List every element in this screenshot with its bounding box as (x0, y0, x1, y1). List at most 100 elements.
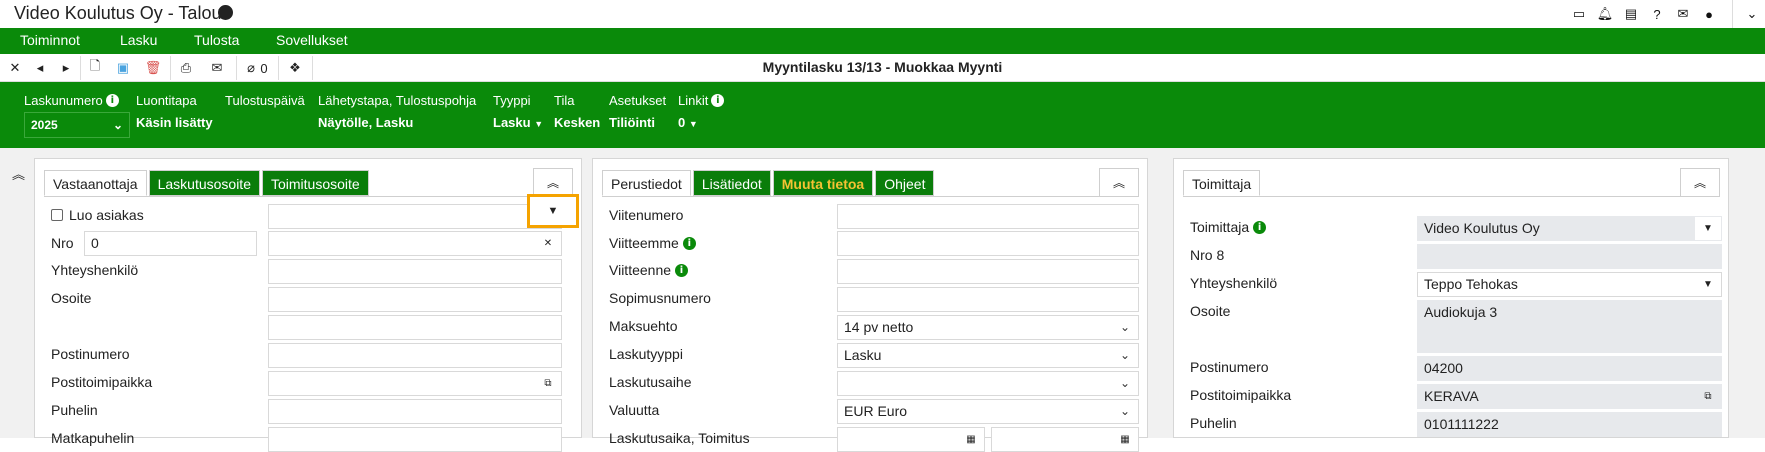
collapse-all-icon[interactable]: ︽ (12, 164, 25, 183)
valuutta-select[interactable]: EUR Euro ⌄ (837, 399, 1139, 424)
tyyppi-group[interactable]: Tyyppi Lasku ▼ (493, 93, 543, 130)
tab-lisatiedot[interactable]: Lisätiedot (692, 170, 771, 196)
user-icon[interactable]: ● (1696, 0, 1722, 28)
toimittaja-row: Toimittaja i (1190, 219, 1267, 235)
customer-search-input[interactable] (268, 204, 562, 229)
year-select[interactable]: 2025 ⌄ (24, 112, 130, 138)
delete-icon[interactable]: 🗑︎ (144, 54, 162, 82)
help-icon[interactable]: ? (1644, 0, 1670, 28)
basic-info-tabs: Perustiedot Lisätiedot Muuta tietoa Ohje… (602, 170, 936, 196)
tab-ohjeet[interactable]: Ohjeet (875, 170, 935, 196)
toimittaja-value: Video Koulutus Oy (1424, 220, 1540, 236)
linkit-group[interactable]: Linkit i 0 ▼ (678, 93, 725, 130)
collapse-panel-button[interactable]: ︽ (1099, 168, 1139, 197)
viitteemme-input[interactable] (837, 231, 1139, 256)
tab-toimitusosoite[interactable]: Toimitusosoite (262, 170, 369, 196)
laskutyyppi-select[interactable]: Lasku ⌄ (837, 343, 1139, 368)
news-icon[interactable]: ▤ (1618, 0, 1644, 28)
calendar-icon[interactable]: ▦ (958, 428, 984, 451)
puhelin-input[interactable] (268, 399, 562, 424)
laskutyyppi-value: Lasku (844, 347, 882, 363)
next-icon[interactable]: ▸ (58, 54, 74, 82)
osoite2-input[interactable] (268, 315, 562, 340)
postinumero-input[interactable] (268, 343, 562, 368)
bell-icon[interactable]: 🔔︎ (1592, 0, 1618, 28)
sopimusnumero-label: Sopimusnumero (609, 290, 711, 306)
puhelin-label: Puhelin (51, 402, 98, 418)
customer-dropdown-button[interactable]: ▼ (527, 194, 579, 228)
info-icon[interactable]: i (711, 94, 725, 107)
supplier-nro-label: Nro 8 (1190, 247, 1225, 263)
info-icon[interactable]: i (105, 94, 119, 107)
tab-toimittaja[interactable]: Toimittaja (1183, 170, 1261, 196)
nro-input[interactable]: 0 (84, 231, 257, 256)
postitoimipaikka-input[interactable]: ⧉ (268, 371, 562, 396)
viitenumero-input[interactable] (837, 204, 1139, 229)
valuutta-value: EUR Euro (844, 403, 908, 419)
sopimusnumero-input[interactable] (837, 287, 1139, 312)
copy-icon[interactable]: ⧉ (535, 372, 561, 395)
tab-vastaanottaja[interactable]: Vastaanottaja (44, 170, 147, 196)
laskutusaihe-select[interactable]: ⌄ (837, 371, 1139, 396)
menu-bar: Toiminnot Lasku Tulosta Sovellukset (0, 28, 1765, 54)
laskutusaika-date-input[interactable]: ▦ (837, 427, 985, 452)
luo-asiakas-checkbox[interactable] (51, 209, 63, 221)
app-title: Video Koulutus Oy - Talous (14, 3, 231, 23)
calendar-icon[interactable]: ▦ (1112, 428, 1138, 451)
print-icon[interactable]: ⎙ (176, 54, 196, 82)
tab-muuta-tietoa[interactable]: Muuta tietoa (772, 170, 874, 196)
supplier-postitoimipaikka-field: KERAVA ⧉ (1417, 384, 1722, 409)
caret-down-icon[interactable]: ▼ (1695, 273, 1721, 296)
collapse-panel-button[interactable]: ︽ (533, 168, 573, 197)
globe-icon[interactable] (218, 5, 233, 20)
menu-toiminnot[interactable]: Toiminnot (20, 32, 80, 48)
lahetystapa-group[interactable]: Lähetystapa, Tulostuspohja Näytölle, Las… (318, 93, 476, 130)
toimitus-date-input[interactable]: ▦ (991, 427, 1139, 452)
collapse-panel-button[interactable]: ︽ (1680, 168, 1720, 197)
copy-icon[interactable]: ⧉ (1695, 385, 1721, 408)
attachment-icon[interactable]: ⌀ (244, 54, 258, 82)
caret-down-icon: ▼ (534, 119, 544, 129)
osoite-input[interactable] (268, 287, 562, 312)
supplier-osoite-label: Osoite (1190, 303, 1231, 319)
new-document-icon[interactable]: 🗋 (86, 54, 104, 82)
close-icon[interactable]: ✕ (6, 54, 24, 82)
supplier-osoite-field: Audiokuja 3 (1417, 300, 1722, 353)
info-icon[interactable]: i (1253, 220, 1267, 234)
dropbox-icon[interactable]: ❖ (286, 54, 304, 82)
info-icon[interactable]: i (675, 263, 689, 277)
divider (278, 56, 279, 80)
save-icon[interactable]: ▣ (114, 54, 132, 82)
asetukset-group[interactable]: Asetukset Tiliöinti (609, 93, 666, 130)
laskunumero-label: Laskunumero (24, 93, 103, 108)
matkapuhelin-input[interactable] (268, 427, 562, 452)
viitteenne-input[interactable] (837, 259, 1139, 284)
viitteenne-row: Viitteenne i (609, 262, 689, 278)
lahetystapa-label: Lähetystapa, Tulostuspohja (318, 93, 477, 108)
menu-lasku[interactable]: Lasku (120, 32, 157, 48)
prev-icon[interactable]: ◂ (32, 54, 48, 82)
tila-label: Tila (554, 93, 575, 108)
email-icon[interactable]: ✉ (208, 54, 226, 82)
menu-tulosta[interactable]: Tulosta (194, 32, 239, 48)
maksuehto-select[interactable]: 14 pv netto ⌄ (837, 315, 1139, 340)
supplier-yhteyshenkilo-select[interactable]: Teppo Tehokas ▼ (1417, 272, 1722, 297)
tab-laskutusosoite[interactable]: Laskutusosoite (148, 170, 260, 196)
customer-name-input[interactable]: ✕ (268, 231, 562, 256)
caret-down-icon: ▼ (688, 119, 698, 129)
window-icon[interactable]: ▭ (1566, 0, 1592, 28)
chevron-down-icon: ⌄ (1119, 376, 1130, 390)
supplier-yhteyshenkilo-label: Yhteyshenkilö (1190, 275, 1278, 291)
menu-sovellukset[interactable]: Sovellukset (276, 32, 348, 48)
tab-perustiedot[interactable]: Perustiedot (602, 170, 691, 196)
supplier-nro-field (1417, 244, 1722, 269)
info-icon[interactable]: i (682, 236, 696, 250)
double-chevron-down-icon[interactable]: ⌄ (1739, 0, 1765, 28)
clear-icon[interactable]: ✕ (535, 232, 561, 255)
divider (44, 196, 572, 197)
supplier-postinumero-field: 04200 (1417, 356, 1722, 381)
mail-icon[interactable]: ✉ (1670, 0, 1696, 28)
yhteyshenkilo-input[interactable] (268, 259, 562, 284)
toimittaja-select[interactable]: Video Koulutus Oy ▼ (1417, 216, 1722, 241)
caret-down-icon[interactable]: ▼ (1695, 217, 1721, 240)
